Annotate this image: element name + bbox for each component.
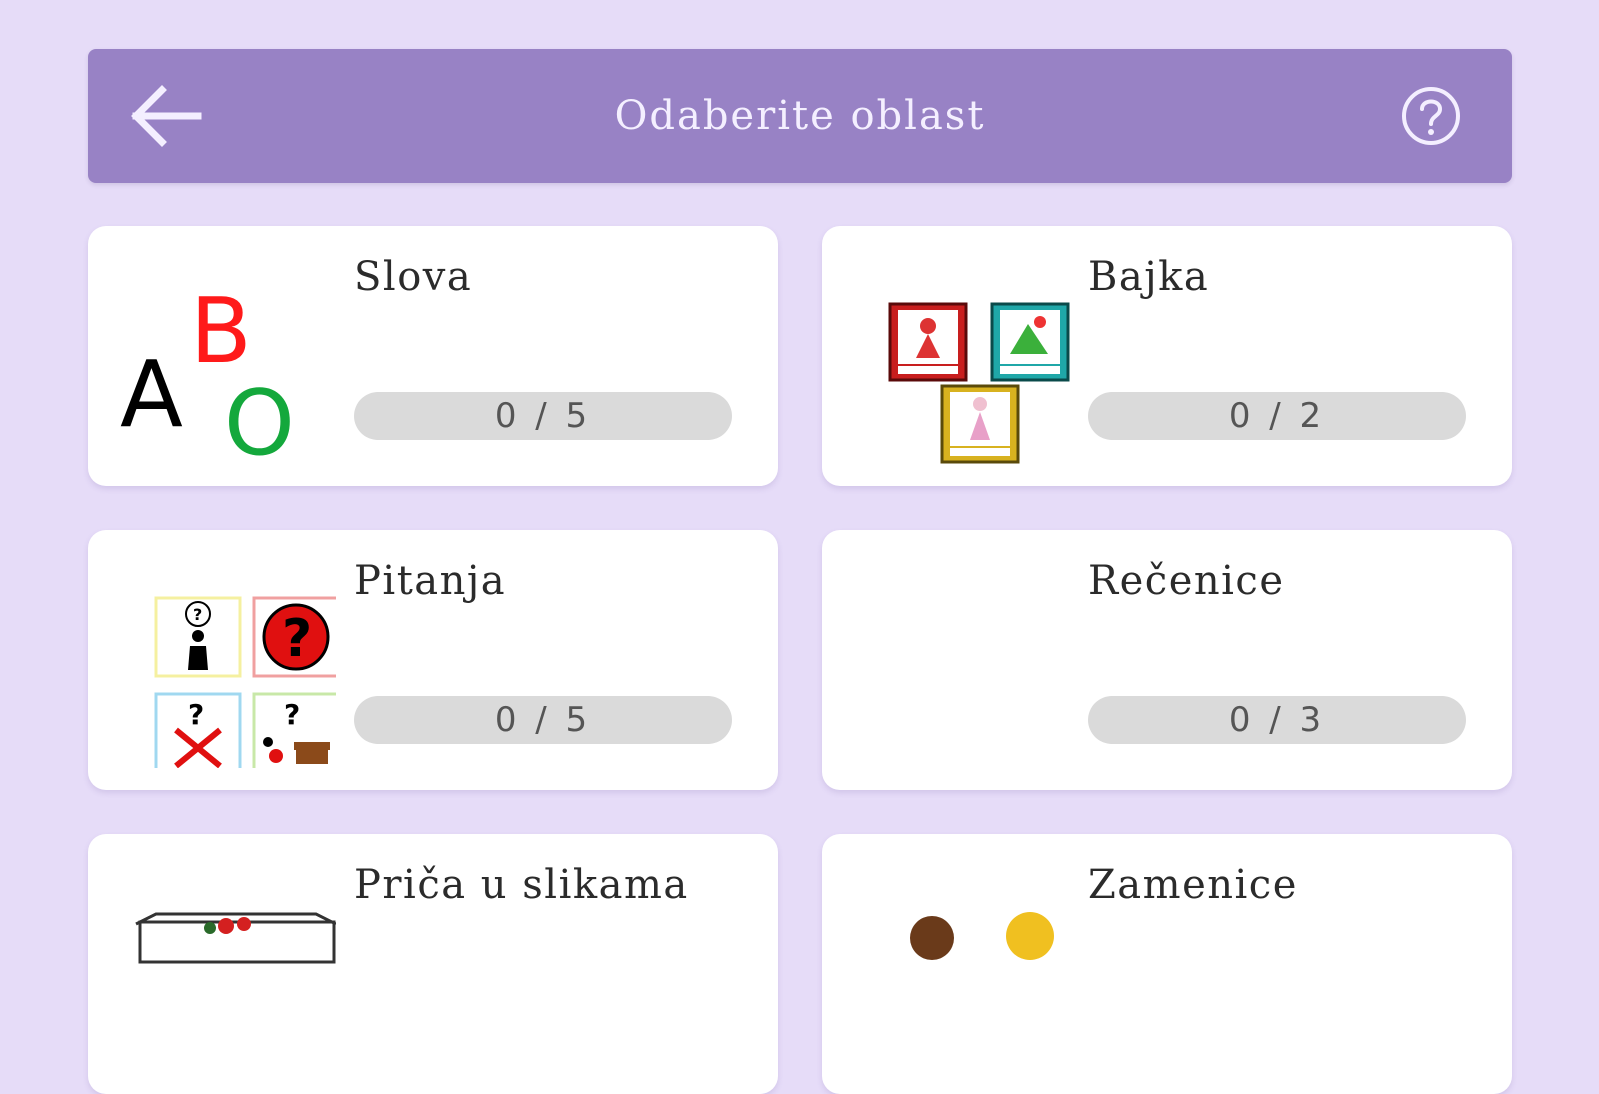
progress-text: 0 / 3	[1228, 700, 1326, 740]
category-card-pitanja[interactable]: ? ? ? ? Pitanja 0 / 5	[88, 530, 778, 790]
progress-text: 0 / 5	[494, 396, 592, 436]
fairytale-books-icon	[850, 254, 1070, 464]
card-title: Bajka	[1088, 254, 1210, 300]
progress-bar: 0 / 5	[354, 392, 732, 440]
progress-bar: 0 / 3	[1088, 696, 1466, 744]
progress-text: 0 / 2	[1228, 396, 1326, 436]
page-title: Odaberite oblast	[614, 93, 986, 139]
progress-bar: 0 / 5	[354, 696, 732, 744]
card-title: Priča u slikama	[354, 862, 689, 908]
question-circle-icon	[1402, 87, 1460, 145]
question-mark-glyph: ?	[282, 609, 312, 669]
category-card-bajka[interactable]: Bajka 0 / 2	[822, 226, 1512, 486]
letter-b: B	[190, 279, 252, 384]
letter-o: O	[224, 371, 295, 464]
help-button[interactable]	[1400, 85, 1462, 147]
card-title: Slova	[354, 254, 473, 300]
category-card-slova[interactable]: A B O Slova 0 / 5	[88, 226, 778, 486]
card-title: Pitanja	[354, 558, 507, 604]
question-mark-glyph: ?	[193, 605, 202, 624]
picture-story-icon	[116, 862, 337, 1072]
category-card-recenice[interactable]: Rečenice 0 / 3	[822, 530, 1512, 790]
card-title: Zamenice	[1088, 862, 1298, 908]
pronouns-icon	[850, 862, 1070, 1072]
app-header: Odaberite oblast	[88, 49, 1512, 183]
letters-abo-icon: A B O	[116, 254, 336, 476]
question-mark-glyph: ?	[284, 698, 300, 731]
card-title: Rečenice	[1088, 558, 1285, 604]
question-mark-glyph: ?	[188, 698, 204, 731]
progress-text: 0 / 5	[494, 700, 592, 740]
question-symbols-icon: ? ? ? ?	[116, 558, 340, 774]
category-card-prica-u-slikama[interactable]: Priča u slikama	[88, 834, 778, 1094]
progress-bar: 0 / 2	[1088, 392, 1466, 440]
category-card-zamenice[interactable]: Zamenice	[822, 834, 1512, 1094]
letter-a: A	[120, 341, 183, 448]
